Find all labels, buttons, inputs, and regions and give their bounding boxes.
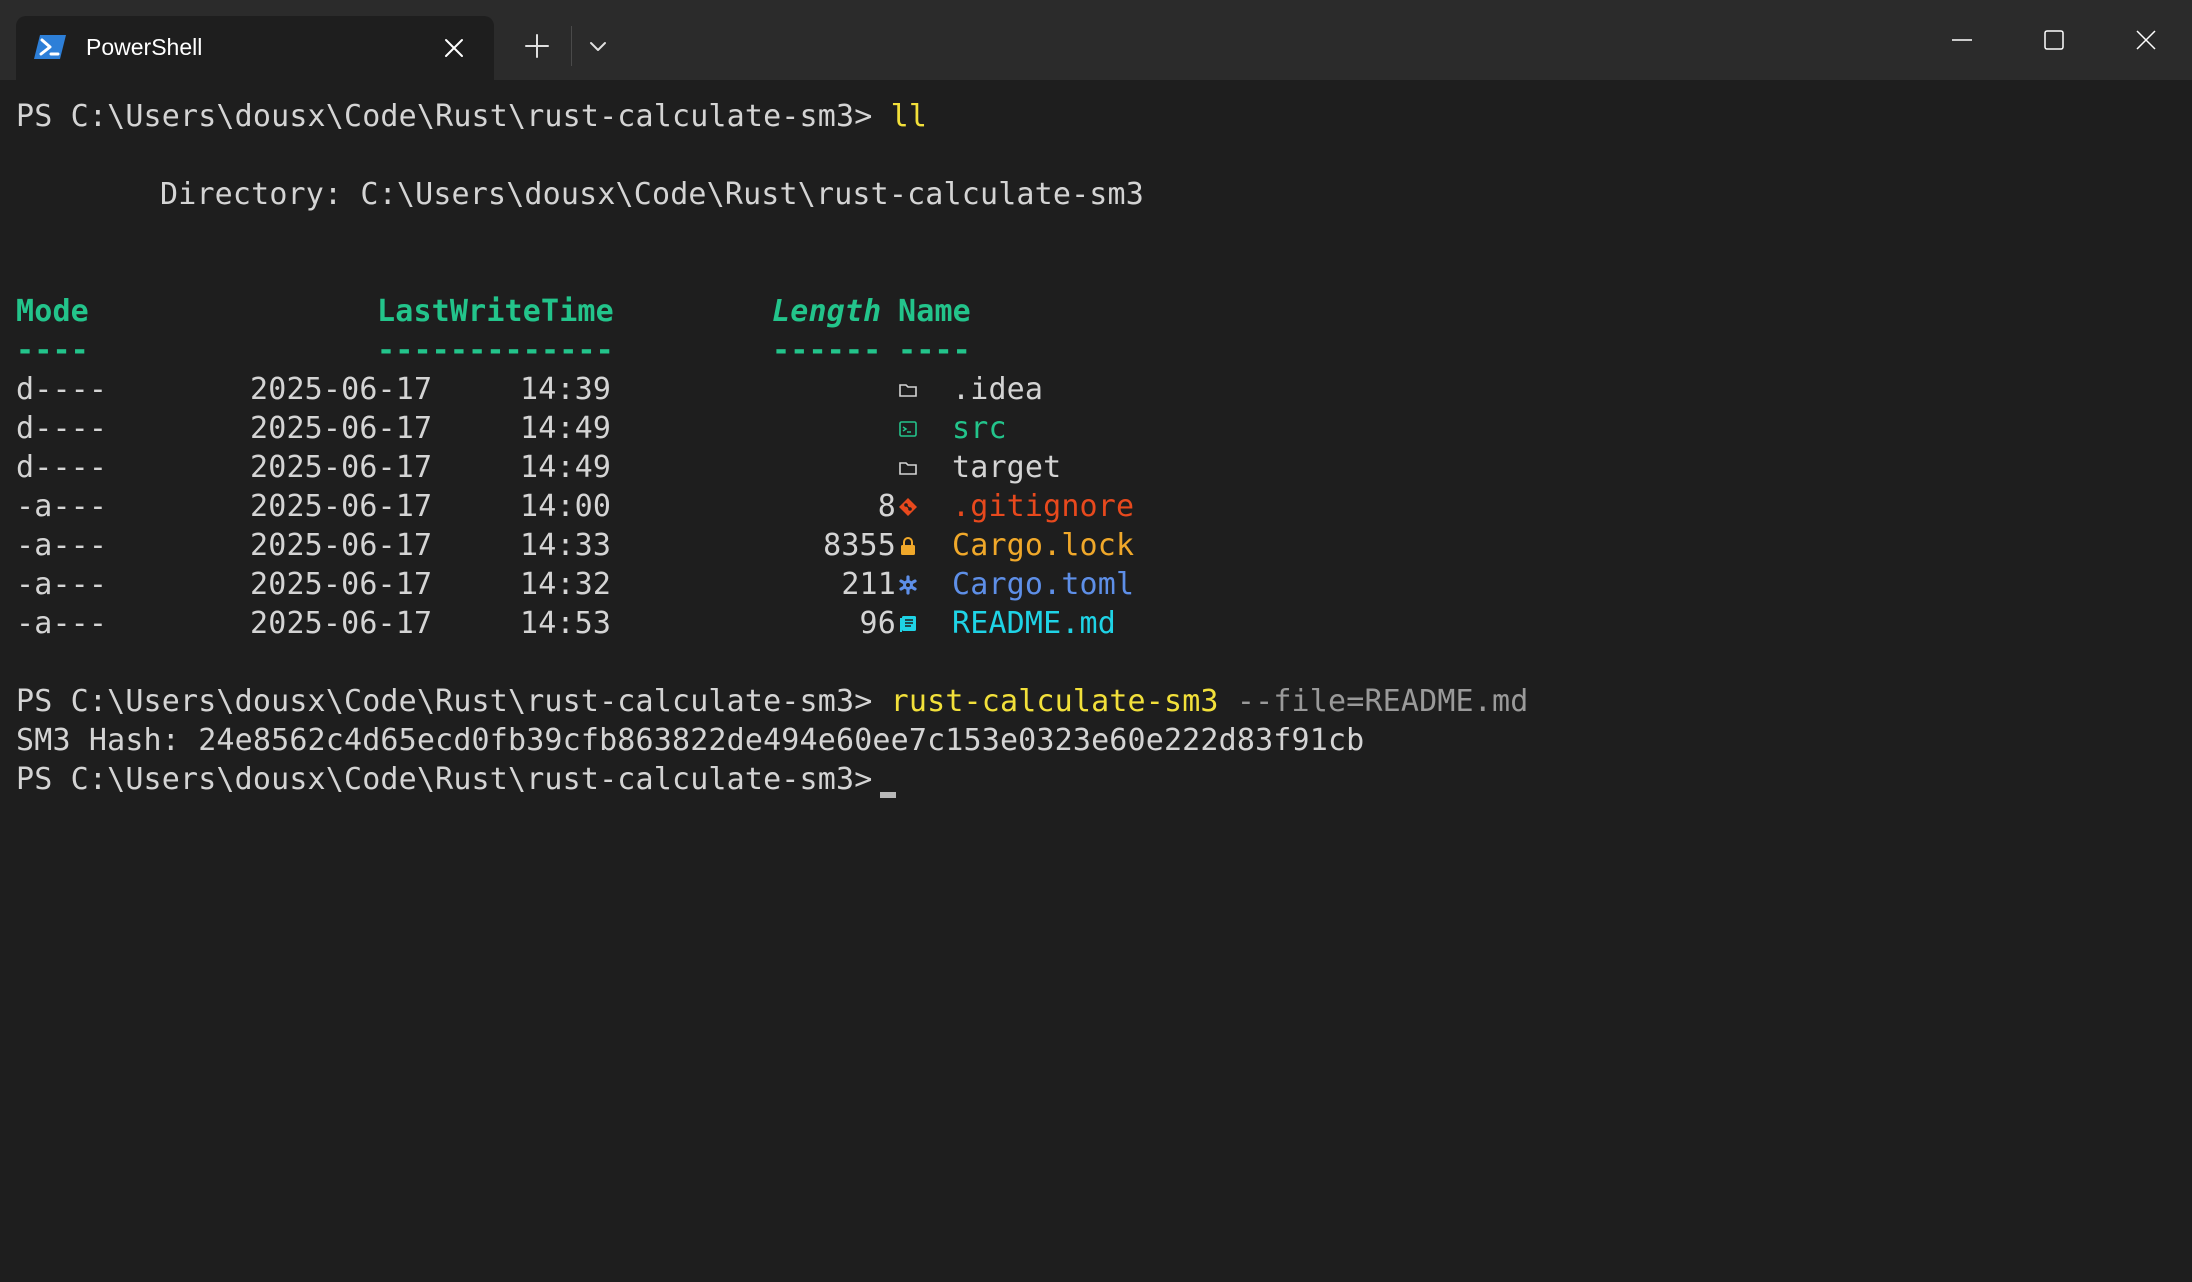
row-time: 14:39 — [520, 372, 612, 407]
lock-icon — [901, 537, 915, 555]
tab-title: PowerShell — [86, 34, 203, 60]
terminal-output[interactable]: PS C:\Users\dousx\Code\Rust\rust-calcula… — [0, 80, 2192, 1282]
row-mode: -a--- — [16, 567, 108, 602]
maximize-icon[interactable] — [2034, 20, 2074, 60]
table-row: -a--- 2025-06-17 14:32 211 Cargo.toml — [16, 565, 1216, 604]
row-time: 14:32 — [520, 567, 612, 602]
underline-length: ------ — [772, 333, 882, 368]
command-rust-calculate-sm3: rust-calculate-sm3 — [890, 684, 1219, 719]
powershell-icon — [34, 35, 66, 59]
new-tab-plus-icon[interactable] — [523, 32, 551, 60]
header-name: Name — [898, 294, 971, 329]
row-time: 14:00 — [520, 489, 612, 524]
prompt-line-3: PS C:\Users\dousx\Code\Rust\rust-calcula… — [16, 760, 872, 799]
row-date: 2025-06-17 — [250, 567, 433, 602]
title-bar: PowerShell — [0, 0, 2192, 80]
row-name: .gitignore — [952, 489, 1135, 524]
minimize-icon[interactable] — [1942, 20, 1982, 60]
row-time: 14:33 — [520, 528, 612, 563]
row-date: 2025-06-17 — [250, 528, 433, 563]
prompt: PS C:\Users\dousx\Code\Rust\rust-calcula… — [16, 99, 873, 134]
row-time: 14:53 — [520, 606, 612, 641]
row-length: 8355 — [823, 528, 896, 563]
row-time: 14:49 — [520, 411, 612, 446]
row-length: 8 — [877, 489, 896, 524]
row-date: 2025-06-17 — [250, 489, 433, 524]
table-row: d---- 2025-06-17 14:49 target — [16, 448, 1216, 487]
row-time: 14:49 — [520, 450, 612, 485]
prompt-line-1: PS C:\Users\dousx\Code\Rust\rust-calcula… — [16, 97, 927, 136]
close-window-icon[interactable] — [2126, 20, 2166, 60]
row-mode: -a--- — [16, 606, 108, 641]
table-header-underline: ---- ------------- ------ ---- — [16, 331, 1116, 370]
close-tab-icon[interactable] — [442, 36, 466, 60]
row-name: Cargo.lock — [952, 528, 1135, 563]
prompt: PS C:\Users\dousx\Code\Rust\rust-calcula… — [16, 684, 873, 719]
row-name: target — [952, 450, 1062, 485]
git-icon — [899, 498, 917, 516]
row-name: src — [952, 411, 1007, 446]
header-mode: Mode — [16, 294, 89, 329]
underline-lastwritetime: ------------- — [377, 333, 614, 368]
row-name: Cargo.toml — [952, 567, 1135, 602]
directory-line: Directory: C:\Users\dousx\Code\Rust\rust… — [160, 177, 1144, 212]
table-row: d---- 2025-06-17 14:39 .idea — [16, 370, 1216, 409]
row-date: 2025-06-17 — [250, 450, 433, 485]
gear-icon — [899, 575, 917, 595]
table-row: -a--- 2025-06-17 14:00 8 .gitignore — [16, 487, 1216, 526]
folder-icon — [899, 462, 917, 475]
row-name: README.md — [952, 606, 1116, 641]
row-date: 2025-06-17 — [250, 411, 433, 446]
tab-powershell[interactable]: PowerShell — [16, 16, 494, 80]
markdown-icon — [900, 616, 916, 632]
row-date: 2025-06-17 — [250, 606, 433, 641]
row-mode: d---- — [16, 450, 108, 485]
tab-divider — [571, 26, 572, 66]
row-mode: -a--- — [16, 489, 108, 524]
row-mode: d---- — [16, 411, 108, 446]
underline-mode: ---- — [16, 333, 89, 368]
table-row: -a--- 2025-06-17 14:53 96 README.md — [16, 604, 1216, 643]
chevron-down-icon[interactable] — [587, 38, 609, 54]
prompt: PS C:\Users\dousx\Code\Rust\rust-calcula… — [16, 762, 873, 797]
prompt-line-2: PS C:\Users\dousx\Code\Rust\rust-calcula… — [16, 682, 1528, 721]
table-row: -a--- 2025-06-17 14:33 8355 Cargo.lock — [16, 526, 1216, 565]
hash-output: SM3 Hash: 24e8562c4d65ecd0fb39cfb863822d… — [16, 723, 1365, 758]
header-lastwritetime: LastWriteTime — [377, 294, 614, 329]
row-mode: d---- — [16, 372, 108, 407]
row-length: 211 — [841, 567, 896, 602]
table-header: Mode LastWriteTime Length Name — [16, 292, 1116, 331]
command-args: --file=README.md — [1236, 684, 1529, 719]
command-ll: ll — [890, 99, 928, 134]
table-row: d---- 2025-06-17 14:49 src — [16, 409, 1216, 448]
text-cursor — [880, 792, 896, 798]
underline-name: ---- — [898, 333, 971, 368]
row-mode: -a--- — [16, 528, 108, 563]
row-date: 2025-06-17 — [250, 372, 433, 407]
terminal-folder-icon — [899, 421, 917, 437]
folder-icon — [899, 384, 917, 397]
header-length: Length — [772, 294, 882, 329]
row-name: .idea — [952, 372, 1044, 407]
row-length: 96 — [859, 606, 896, 641]
